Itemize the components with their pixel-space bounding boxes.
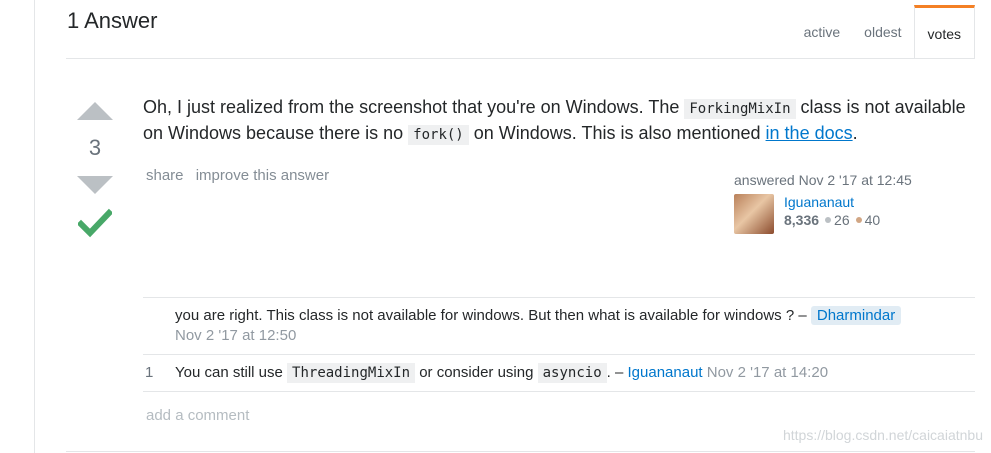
comment-date[interactable]: Nov 2 '17 at 14:20: [707, 364, 828, 381]
tabs-divider: [66, 58, 975, 59]
code-threadingmixin: ThreadingMixIn: [287, 363, 416, 383]
upvote-icon[interactable]: [77, 102, 113, 120]
reputation-row: 8,336 26 40: [784, 212, 880, 228]
add-comment-link[interactable]: add a comment: [146, 407, 249, 424]
silver-badge-count: 26: [834, 212, 850, 228]
avatar[interactable]: [734, 194, 774, 234]
improve-answer-link[interactable]: improve this answer: [196, 167, 329, 184]
bronze-badge-count: 40: [864, 212, 881, 228]
comment-text-1: You can still use: [175, 364, 288, 381]
left-border: [34, 0, 35, 453]
comment-score: [143, 306, 175, 346]
answer-body: Oh, I just realized from the screenshot …: [143, 95, 983, 147]
tab-oldest[interactable]: oldest: [852, 6, 913, 58]
comments-list: you are right. This class is not availab…: [143, 297, 975, 392]
answer-text-3: on Windows. This is also mentioned: [468, 123, 766, 143]
comment-text: you are right. This class is not availab…: [175, 307, 811, 324]
docs-link[interactable]: in the docs: [766, 123, 853, 143]
comment-item: you are right. This class is not availab…: [143, 298, 975, 355]
answer-text-4: .: [852, 123, 858, 143]
tab-active[interactable]: active: [792, 6, 853, 58]
comment-body: you are right. This class is not availab…: [175, 306, 975, 346]
downvote-icon[interactable]: [77, 176, 113, 194]
comment-text-3: . –: [606, 364, 628, 381]
sort-tabs: active oldest votes: [792, 5, 975, 58]
tab-votes[interactable]: votes: [913, 5, 975, 58]
answers-count-heading: 1 Answer: [67, 8, 158, 33]
comment-date[interactable]: Nov 2 '17 at 12:50: [175, 327, 296, 344]
code-fork: fork(): [408, 125, 469, 145]
bottom-divider: [66, 451, 975, 452]
comment-body: You can still use ThreadingMixIn or cons…: [175, 363, 975, 383]
reputation-score: 8,336: [784, 212, 820, 228]
comment-user-link[interactable]: Iguananaut: [628, 364, 703, 381]
comment-text-2: or consider using: [415, 364, 538, 381]
user-details: Iguananaut 8,336 26 40: [784, 194, 880, 234]
comment-score: 1: [145, 364, 154, 381]
share-link[interactable]: share: [146, 167, 184, 184]
comment-item: 1 You can still use ThreadingMixIn or co…: [143, 355, 975, 392]
watermark: https://blog.csdn.net/caicaiatnbu: [782, 427, 983, 443]
post-menu: share improve this answer: [146, 167, 337, 184]
answer-text-1: Oh, I just realized from the screenshot …: [143, 97, 685, 117]
code-forkingmixin: ForkingMixIn: [684, 99, 796, 119]
vote-cell: 3: [76, 102, 114, 243]
user-signature: answered Nov 2 '17 at 12:45 Iguananaut 8…: [734, 172, 964, 234]
user-info: Iguananaut 8,336 26 40: [734, 194, 964, 234]
answered-timestamp[interactable]: answered Nov 2 '17 at 12:45: [734, 172, 964, 188]
bronze-badge-icon: [855, 217, 862, 223]
code-asyncio: asyncio: [537, 363, 607, 383]
comment-user-link[interactable]: Dharmindar: [810, 306, 902, 325]
silver-badge-icon: [825, 217, 832, 223]
user-name-link[interactable]: Iguananaut: [784, 194, 880, 210]
accepted-check-icon: [76, 208, 114, 238]
vote-count: 3: [88, 135, 102, 160]
